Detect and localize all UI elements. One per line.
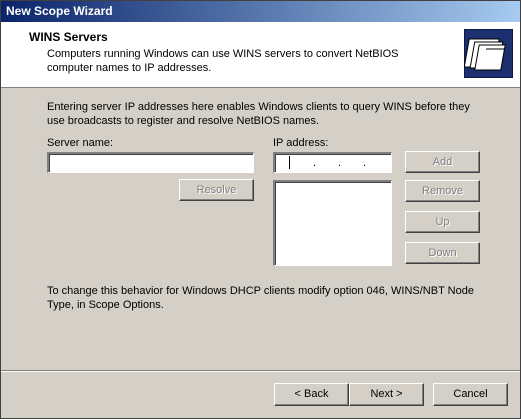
text-caret xyxy=(289,156,290,169)
up-button[interactable]: Up xyxy=(405,211,480,233)
down-button[interactable]: Down xyxy=(405,242,480,264)
add-button[interactable]: Add xyxy=(405,151,480,173)
remove-button[interactable]: Remove xyxy=(405,180,480,202)
wizard-header: WINS Servers Computers running Windows c… xyxy=(1,22,520,88)
server-name-input[interactable] xyxy=(47,152,254,173)
back-button[interactable]: < Back xyxy=(274,383,349,406)
bottom-note: To change this behavior for Windows DHCP… xyxy=(47,285,474,311)
ip-address-list[interactable] xyxy=(273,180,392,266)
ip-address-label: IP address: xyxy=(273,137,329,149)
wizard-window: New Scope Wizard WINS Servers Computers … xyxy=(0,0,521,419)
cancel-button[interactable]: Cancel xyxy=(433,383,508,406)
ip-address-input[interactable]: ... xyxy=(273,152,392,173)
next-button[interactable]: Next > xyxy=(349,383,424,406)
intro-text: Entering server IP addresses here enable… xyxy=(47,101,470,127)
footer-separator xyxy=(1,370,520,372)
header-description: Computers running Windows can use WINS s… xyxy=(47,48,399,74)
window-title: New Scope Wizard xyxy=(1,1,520,22)
header-title: WINS Servers xyxy=(29,30,108,44)
folders-icon xyxy=(464,29,513,78)
server-name-label: Server name: xyxy=(47,137,114,149)
resolve-button[interactable]: Resolve xyxy=(179,179,254,201)
